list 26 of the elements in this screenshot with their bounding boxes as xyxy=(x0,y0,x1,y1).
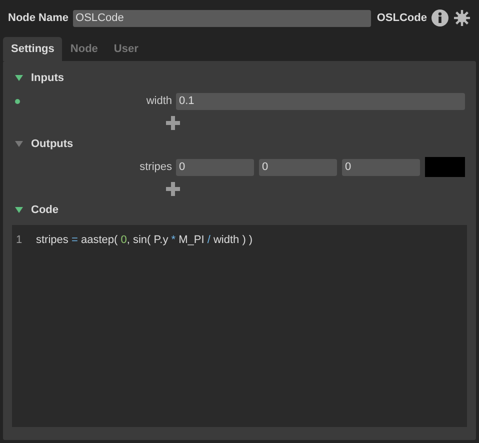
section-title: Inputs xyxy=(31,70,64,86)
info-icon[interactable] xyxy=(431,9,449,27)
expand-arrow-icon[interactable] xyxy=(15,140,23,148)
node-type-label: OSLCode xyxy=(376,10,427,26)
tab[interactable]: Settings xyxy=(3,37,62,61)
tab[interactable]: User xyxy=(106,37,146,61)
line-number: 1 xyxy=(15,232,24,248)
section-title: Outputs xyxy=(31,136,74,152)
section-title: Code xyxy=(31,202,58,218)
param-label: width xyxy=(145,94,173,109)
expand-arrow-icon[interactable] xyxy=(15,74,23,82)
expand-arrow-icon[interactable] xyxy=(15,206,23,214)
settings-icon[interactable] xyxy=(453,9,471,27)
code-line: stripes = aastep( 0, sin( P.y * M_PI / width ) ) xyxy=(36,232,253,248)
add-icon[interactable] xyxy=(166,116,180,130)
tab[interactable]: Node xyxy=(62,37,106,61)
value-field[interactable]: 0 xyxy=(176,158,254,176)
color-swatch[interactable] xyxy=(425,157,465,177)
value-field[interactable]: 0 xyxy=(259,158,337,176)
code-editor[interactable]: 1 stripes = aastep( 0, sin( P.y * M_PI / width ) ) xyxy=(12,225,467,427)
value-field[interactable]: 0.1 xyxy=(176,92,465,110)
add-icon[interactable] xyxy=(166,182,180,196)
param-label: stripes xyxy=(138,160,173,175)
node-name-field[interactable]: OSLCode xyxy=(72,10,371,26)
value-field[interactable]: 0 xyxy=(342,158,420,176)
node-name-label: Node Name xyxy=(8,10,69,26)
